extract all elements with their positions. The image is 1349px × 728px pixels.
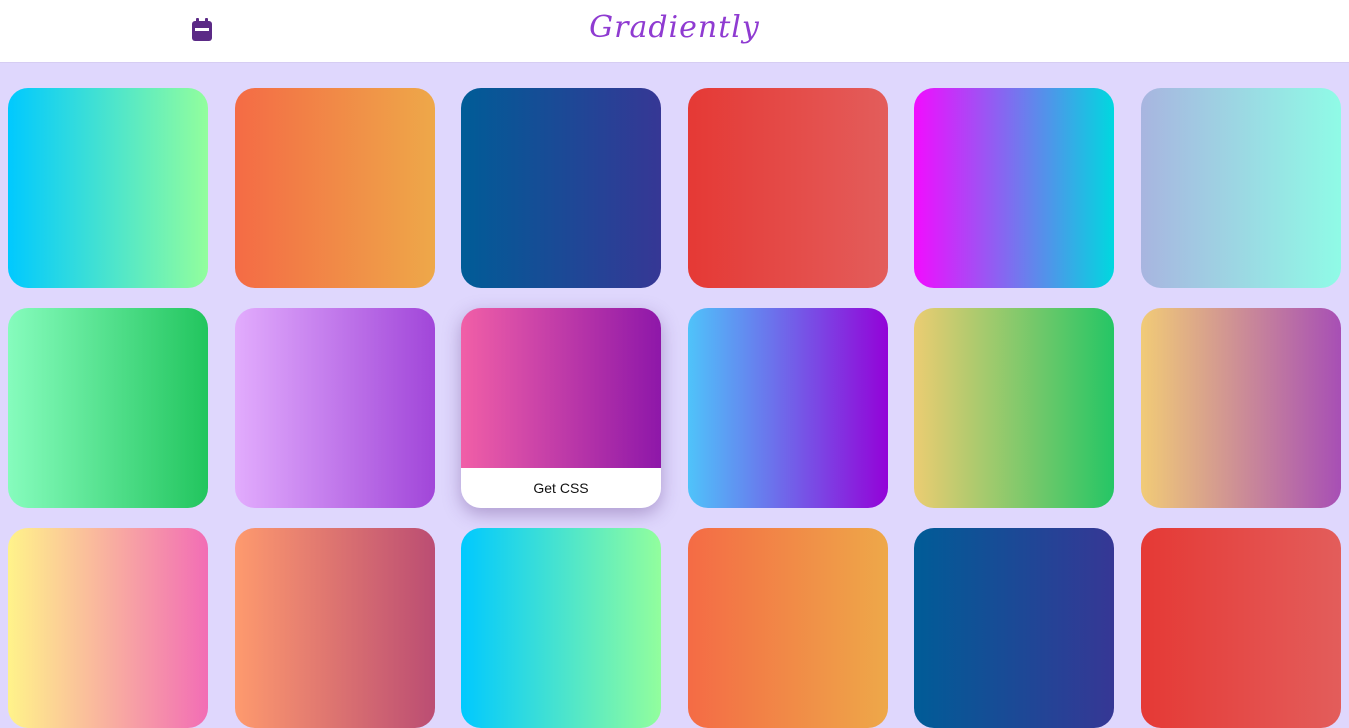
gradient-card[interactable] — [1141, 88, 1341, 288]
gradient-card-hovered[interactable]: Get CSS — [461, 308, 661, 508]
gradient-swatch — [1141, 308, 1341, 508]
gradient-swatch — [461, 308, 661, 468]
gradient-swatch — [1141, 528, 1341, 728]
gradient-swatch — [461, 88, 661, 288]
gradient-swatch — [235, 308, 435, 508]
gradient-card[interactable] — [1141, 528, 1341, 728]
get-css-button[interactable]: Get CSS — [461, 468, 661, 508]
gradient-card[interactable] — [8, 308, 208, 508]
top-header: Gradiently — [0, 0, 1349, 63]
gradient-swatch — [235, 528, 435, 728]
gradient-card[interactable] — [8, 88, 208, 288]
gradient-swatch — [688, 308, 888, 508]
gradient-card[interactable] — [688, 308, 888, 508]
gradient-card[interactable] — [8, 528, 208, 728]
gradient-card[interactable] — [688, 88, 888, 288]
gradient-swatch — [235, 88, 435, 288]
gradient-swatch — [8, 528, 208, 728]
gradient-card[interactable] — [461, 528, 661, 728]
gradient-swatch — [914, 308, 1114, 508]
calendar-icon[interactable] — [191, 18, 213, 42]
gradient-swatch — [8, 88, 208, 288]
gradient-card[interactable] — [914, 528, 1114, 728]
gradient-swatch — [688, 88, 888, 288]
gradient-card[interactable] — [235, 308, 435, 508]
gradient-swatch — [914, 88, 1114, 288]
gradient-card[interactable] — [1141, 308, 1341, 508]
gradient-card[interactable] — [914, 308, 1114, 508]
gradient-swatch — [1141, 88, 1341, 288]
gradient-card[interactable] — [688, 528, 888, 728]
gradient-swatch — [688, 528, 888, 728]
gradient-card[interactable] — [461, 88, 661, 288]
gradient-card[interactable] — [235, 88, 435, 288]
gradient-swatch — [914, 528, 1114, 728]
gradient-swatch — [8, 308, 208, 508]
gradient-swatch — [461, 528, 661, 728]
gradient-grid: Get CSS — [0, 63, 1349, 728]
gradient-card[interactable] — [914, 88, 1114, 288]
gradient-card[interactable] — [235, 528, 435, 728]
